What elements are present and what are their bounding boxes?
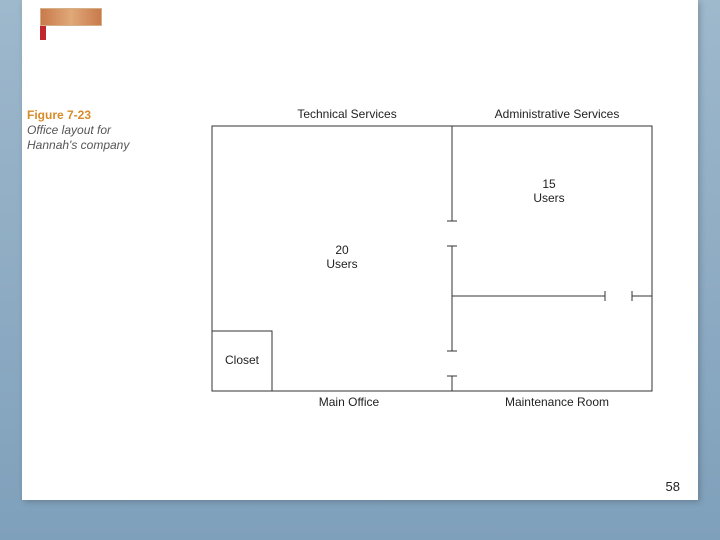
page-number: 58 [666, 479, 680, 494]
tech-users-count: 20 [335, 243, 349, 257]
figure-number: Figure 7-23 [27, 108, 91, 122]
outer-wall [212, 126, 652, 391]
label-closet: Closet [225, 353, 260, 367]
tech-users-word: Users [326, 257, 357, 271]
figure-title: Office layout for Hannah's company [27, 123, 129, 152]
slide-backdrop: Figure 7-23 Office layout for Hannah's c… [0, 0, 720, 540]
label-main-office: Main Office [319, 395, 380, 409]
slide-card: Figure 7-23 Office layout for Hannah's c… [22, 0, 698, 500]
admin-users-count: 15 [542, 177, 556, 191]
figure-caption: Figure 7-23 Office layout for Hannah's c… [27, 108, 152, 153]
floor-plan-diagram: Technical Services Administrative Servic… [187, 106, 667, 411]
decoration-band [40, 8, 102, 26]
slide-decoration [40, 8, 100, 38]
label-technical-services: Technical Services [297, 107, 396, 121]
label-maintenance-room: Maintenance Room [505, 395, 609, 409]
label-administrative-services: Administrative Services [495, 107, 620, 121]
decoration-red-bar [40, 26, 46, 40]
admin-users-word: Users [533, 191, 564, 205]
